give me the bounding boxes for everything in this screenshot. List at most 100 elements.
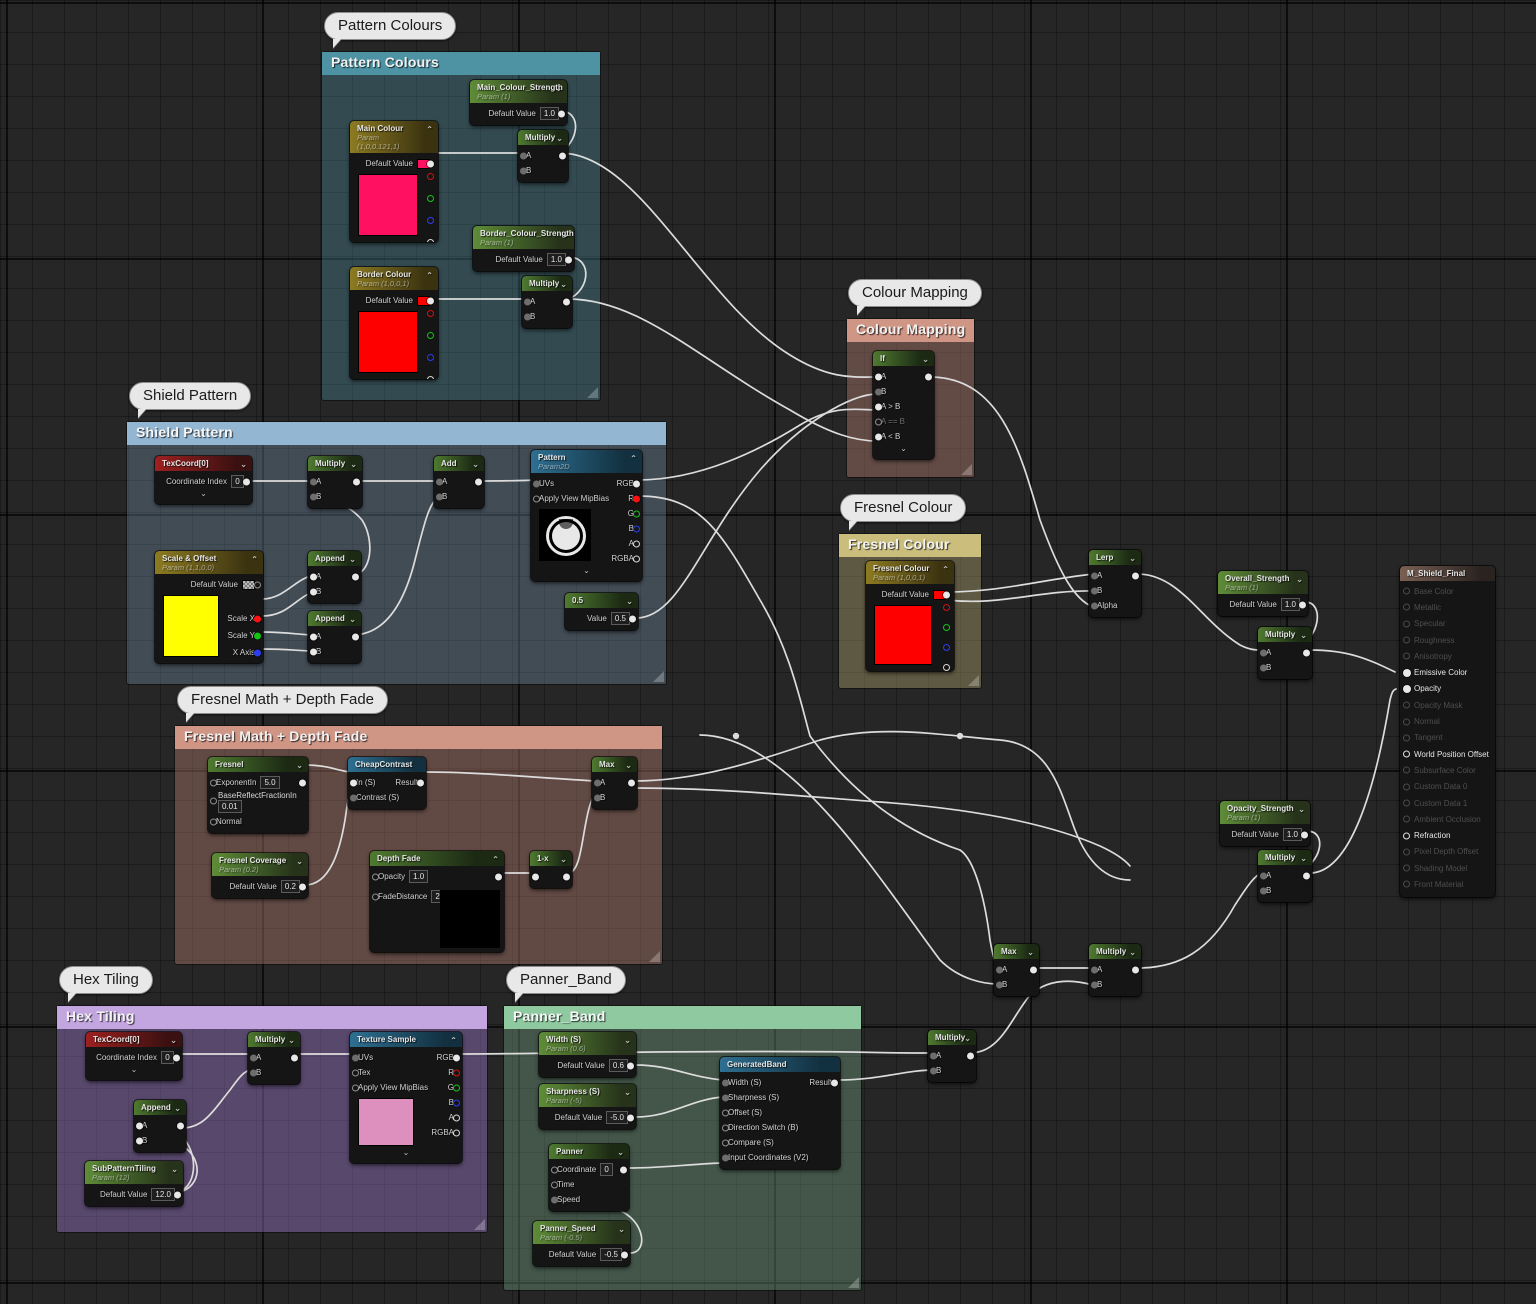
output-pin[interactable] <box>353 478 360 485</box>
pin-icon[interactable] <box>1403 767 1410 774</box>
output-pin[interactable] <box>1132 966 1139 973</box>
node-panner-speed[interactable]: Panner_Speed Param (-0.5) ⌄ Default Valu… <box>533 1221 630 1266</box>
bubble-panner-band[interactable]: Panner_Band <box>506 966 626 994</box>
chevron-down-icon[interactable]: ⌄ <box>1129 553 1136 564</box>
pin-icon[interactable] <box>1403 637 1410 644</box>
pin-icon[interactable] <box>1403 734 1410 741</box>
pin-icon[interactable] <box>1403 816 1410 823</box>
input-pin-direction-switch[interactable] <box>722 1124 729 1131</box>
input-pin-compare[interactable] <box>722 1139 729 1146</box>
chevron-down-icon[interactable]: ⌄ <box>964 1033 971 1044</box>
value-field[interactable]: 0.5 <box>611 612 630 625</box>
input-pin-a[interactable] <box>1260 872 1267 879</box>
input-pin-a[interactable] <box>250 1054 257 1061</box>
output-pin[interactable] <box>495 873 502 880</box>
input-pin-normal[interactable] <box>210 818 217 825</box>
resize-grip[interactable] <box>961 464 972 475</box>
bubble-fresnel-colour[interactable]: Fresnel Colour <box>840 494 966 522</box>
output-pin-r[interactable] <box>427 173 434 180</box>
output-pin[interactable] <box>1303 649 1310 656</box>
output-pin-a[interactable] <box>453 1114 460 1121</box>
value-field[interactable]: 5.0 <box>260 776 279 789</box>
output-pin[interactable] <box>1303 872 1310 879</box>
input-pin-a[interactable] <box>310 573 317 580</box>
node-max-fresnel[interactable]: Max ⌄ A B <box>592 757 637 809</box>
input-pin-a[interactable] <box>1260 649 1267 656</box>
input-pin-b[interactable] <box>996 981 1003 988</box>
input-pin-width[interactable] <box>722 1079 729 1086</box>
input-pin-a[interactable] <box>310 633 317 640</box>
expand-toggle[interactable]: ⌄ <box>873 444 934 455</box>
chevron-down-icon[interactable]: ⌄ <box>618 1224 625 1235</box>
output-pin[interactable] <box>558 110 565 117</box>
output-pin[interactable] <box>629 615 636 622</box>
input-pin-mipbias[interactable] <box>352 1084 359 1091</box>
output-pin[interactable] <box>475 478 482 485</box>
input-pin-b[interactable] <box>1091 981 1098 988</box>
value-field[interactable]: 0.01 <box>218 800 242 813</box>
resize-grip[interactable] <box>587 387 598 398</box>
input-pin-b[interactable] <box>594 794 601 801</box>
chevron-down-icon[interactable]: ⌄ <box>296 760 303 771</box>
input-pin-a[interactable] <box>875 373 882 380</box>
chevron-down-icon[interactable]: ⌄ <box>240 459 247 470</box>
input-pin[interactable] <box>532 873 539 880</box>
input-pin-time[interactable] <box>551 1181 558 1188</box>
input-pin-uvs[interactable] <box>533 480 540 487</box>
node-fresnel-colour-param[interactable]: Fresnel Colour Param (1,0,0,1) ⌃ Default… <box>866 561 954 671</box>
input-pin-offset[interactable] <box>722 1109 729 1116</box>
material-pin-tangent[interactable]: Tangent <box>1400 730 1495 746</box>
chevron-down-icon[interactable]: ⌄ <box>555 83 562 94</box>
value-field[interactable]: 0.2 <box>281 880 300 893</box>
material-pin-refraction[interactable]: Refraction <box>1400 827 1495 843</box>
output-pin[interactable] <box>427 297 434 304</box>
node-fresnel[interactable]: Fresnel ⌄ ExponentIn 5.0 BaseReflectFrac… <box>208 757 308 833</box>
output-pin-g[interactable] <box>633 510 640 517</box>
material-pin-pixel-depth-offset[interactable]: Pixel Depth Offset <box>1400 844 1495 860</box>
output-pin[interactable] <box>352 633 359 640</box>
input-pin-alpha[interactable] <box>1091 602 1098 609</box>
input-pin-fadedistance[interactable] <box>372 893 379 900</box>
pin-icon[interactable] <box>1403 588 1410 595</box>
output-pin[interactable] <box>299 883 306 890</box>
node-texcoord-hex[interactable]: TexCoord[0] ⌄ Coordinate Index 0 ⌄ <box>86 1032 182 1080</box>
output-pin-rgba[interactable] <box>453 1129 460 1136</box>
chevron-up-icon[interactable]: ⌃ <box>251 554 258 565</box>
pin-icon[interactable] <box>1403 783 1410 790</box>
chevron-down-icon[interactable]: ⌄ <box>349 614 356 625</box>
node-panner[interactable]: Panner ⌄ Coordinate 0 Time Speed <box>549 1144 629 1211</box>
output-pin-x-axis[interactable] <box>254 649 261 656</box>
node-width-s[interactable]: Width (S) Param (0.6) ⌄ Default Value 0.… <box>539 1032 636 1077</box>
output-pin[interactable] <box>621 1251 628 1258</box>
pin-icon[interactable] <box>1403 865 1410 872</box>
output-pin-r[interactable] <box>633 495 640 502</box>
material-pin-ambient-occlusion[interactable]: Ambient Occlusion <box>1400 811 1495 827</box>
pin-icon[interactable] <box>1403 848 1410 855</box>
input-pin-b[interactable] <box>250 1069 257 1076</box>
input-pin-a[interactable] <box>1091 572 1098 579</box>
value-field[interactable]: 1.0 <box>1281 598 1300 611</box>
pin-icon[interactable] <box>1403 702 1410 709</box>
output-pin[interactable] <box>291 1054 298 1061</box>
material-pin-custom-data-0[interactable]: Custom Data 0 <box>1400 779 1495 795</box>
node-cheap-contrast[interactable]: CheapContrast In (S) Result Contrast (S) <box>348 757 426 809</box>
chevron-up-icon[interactable]: ⌃ <box>942 564 949 575</box>
material-pin-opacity-mask[interactable]: Opacity Mask <box>1400 697 1495 713</box>
output-pin[interactable] <box>1132 572 1139 579</box>
chevron-down-icon[interactable]: ⌄ <box>171 1164 178 1175</box>
output-pin[interactable] <box>627 1114 634 1121</box>
chevron-down-icon[interactable]: ⌄ <box>922 354 929 365</box>
output-pin-r[interactable] <box>453 1069 460 1076</box>
input-pin-b[interactable] <box>436 493 443 500</box>
material-pin-custom-data-1[interactable]: Custom Data 1 <box>1400 795 1495 811</box>
input-pin-a[interactable] <box>1091 966 1098 973</box>
output-pin[interactable] <box>352 573 359 580</box>
input-pin-a-eq-b[interactable] <box>875 418 882 425</box>
node-if[interactable]: If ⌄ A B A > B A == B A < B ⌄ <box>873 351 934 459</box>
output-pin-r[interactable] <box>943 604 950 611</box>
input-pin-mipbias[interactable] <box>533 495 540 502</box>
pin-icon[interactable] <box>1403 620 1410 627</box>
chevron-up-icon[interactable]: ⌃ <box>426 124 433 135</box>
input-pin-a[interactable] <box>436 478 443 485</box>
node-main-colour-strength[interactable]: Main_Colour_Strength Param (1) ⌄ Default… <box>470 80 567 125</box>
